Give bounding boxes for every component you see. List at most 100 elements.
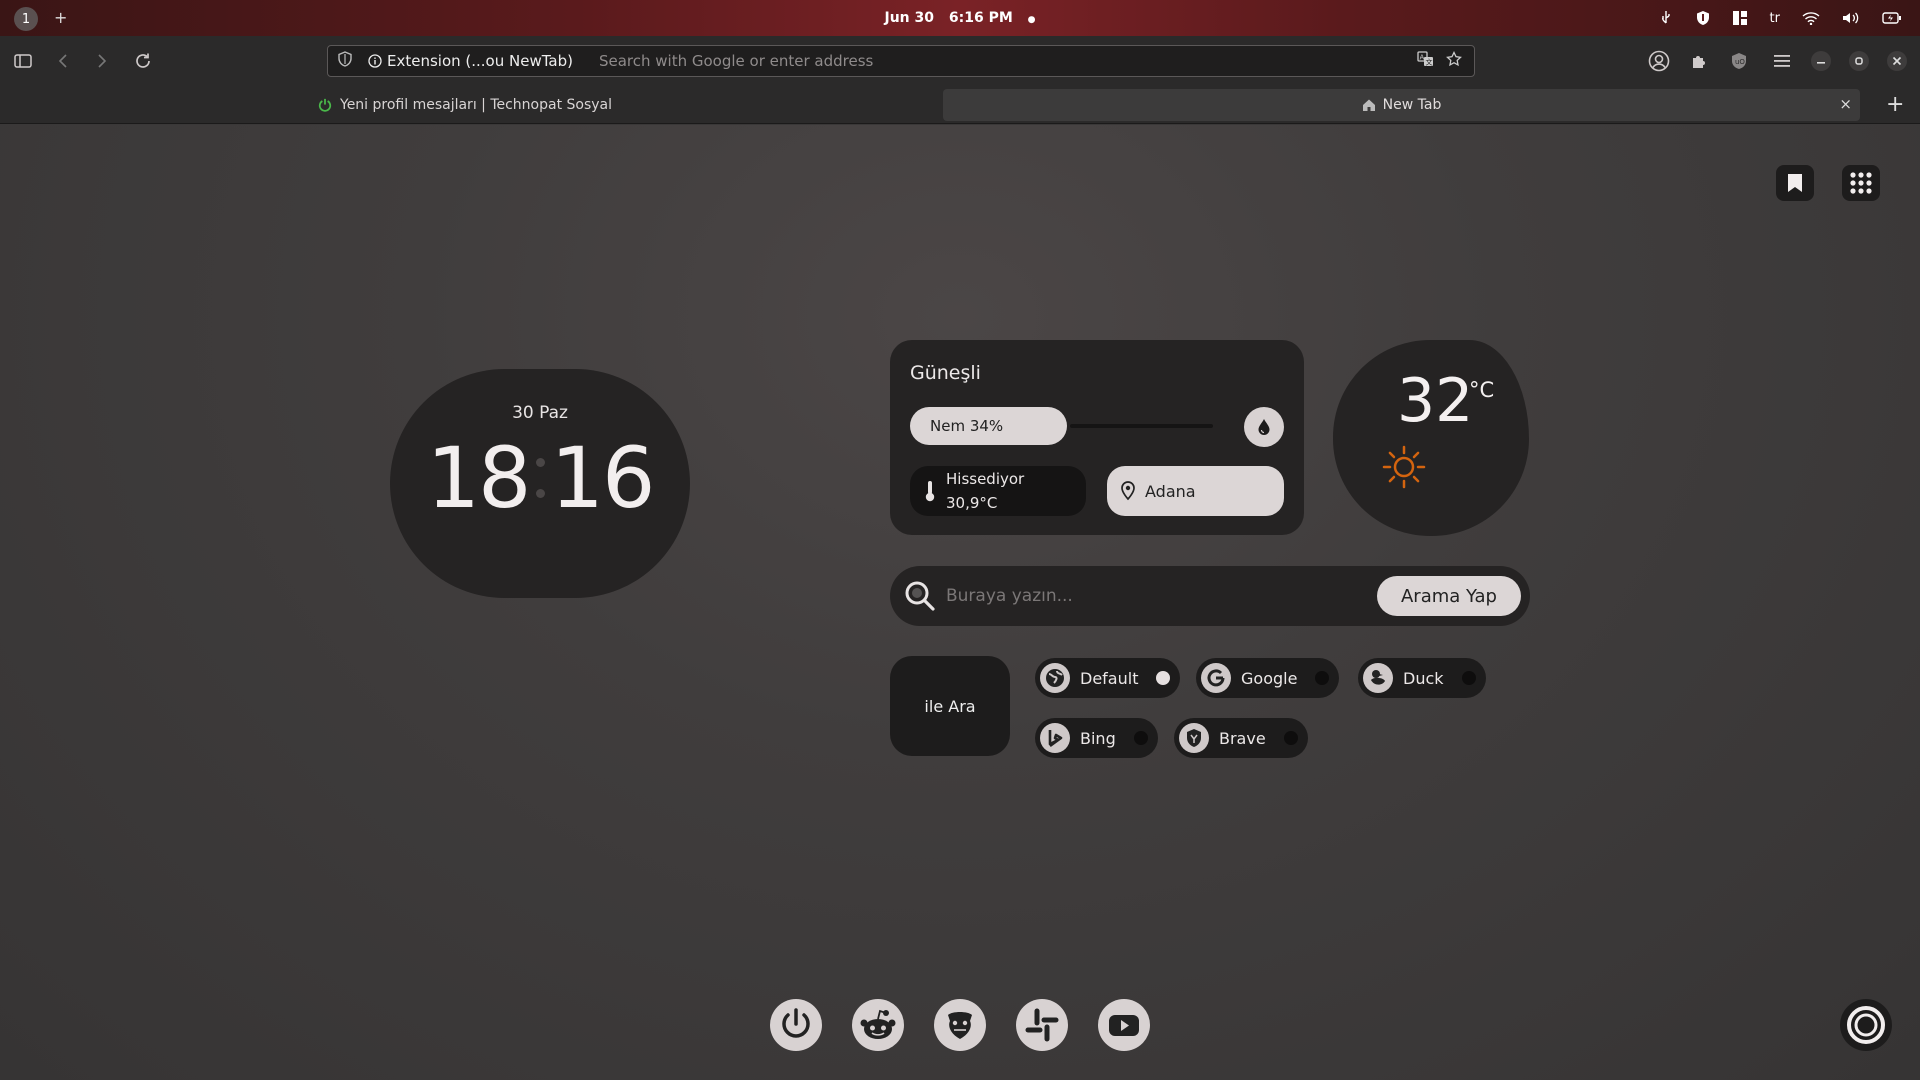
home-icon (1362, 99, 1375, 111)
apps-button[interactable] (1842, 165, 1880, 201)
svg-text:A: A (1420, 54, 1425, 62)
tab-new-tab[interactable]: New Tab × (943, 89, 1860, 121)
svg-text:uO: uO (1735, 58, 1745, 66)
youtube-icon (1109, 1015, 1139, 1036)
apps-grid-icon (1850, 172, 1872, 194)
dock-technopat-shortcut[interactable] (934, 999, 986, 1051)
humidity-track (1070, 424, 1213, 428)
search-input[interactable] (946, 586, 1377, 606)
tab-bar: Yeni profil mesajları | Technopat Sosyal… (0, 86, 1920, 124)
account-icon[interactable] (1646, 48, 1672, 74)
extension-label: Extension (...ou NewTab) (387, 52, 573, 70)
url-placeholder[interactable]: Search with Google or enter address (599, 52, 1417, 70)
menu-icon[interactable] (1769, 48, 1795, 74)
clock-separator (535, 458, 545, 498)
ublock-icon[interactable]: uO (1726, 48, 1752, 74)
clock-date: 30 Paz (512, 403, 568, 423)
tab-technopat[interactable]: Yeni profil mesajları | Technopat Sosyal (318, 90, 612, 120)
clock-widget: 30 Paz 18 16 (390, 369, 690, 598)
maximize-icon[interactable] (1846, 48, 1872, 74)
engine-google[interactable]: Google (1196, 658, 1340, 698)
system-date: Jun 30 (884, 10, 935, 26)
keyboard-layout[interactable]: tr (1770, 11, 1780, 26)
wifi-icon[interactable] (1802, 11, 1820, 25)
google-icon (1201, 663, 1231, 693)
location-pill[interactable]: Adana (1107, 466, 1284, 516)
info-icon (368, 54, 382, 68)
layout-icon[interactable] (1732, 10, 1748, 26)
extension-identity[interactable]: Extension (...ou NewTab) (368, 52, 573, 70)
tracking-shield-icon[interactable] (338, 51, 360, 71)
translate-icon[interactable]: A文 (1417, 51, 1434, 71)
weather-condition: Güneşli (910, 362, 981, 384)
svg-text:文: 文 (1426, 58, 1433, 67)
location-name: Adana (1145, 481, 1196, 501)
dock-reddit-shortcut[interactable] (852, 999, 904, 1051)
location-pin-icon (1121, 481, 1135, 501)
weather-card: Güneşli Nem 34% Hissediyor 30,9°C Adana (890, 340, 1304, 535)
globe-icon (1040, 663, 1070, 693)
temperature-widget: 32 °C (1333, 340, 1529, 536)
humidity-button[interactable] (1244, 407, 1284, 447)
close-tab-button[interactable]: × (1839, 95, 1852, 113)
usb-icon[interactable] (1658, 10, 1674, 26)
battery-icon[interactable] (1882, 12, 1902, 24)
shield-icon[interactable] (1696, 10, 1710, 26)
new-tab-button[interactable]: + (1886, 92, 1904, 117)
sidebar-toggle-icon[interactable] (10, 48, 36, 74)
bookmarks-button[interactable] (1776, 165, 1814, 201)
engine-brave[interactable]: Brave (1174, 718, 1308, 758)
dock-youtube-shortcut[interactable] (1098, 999, 1150, 1051)
engine-radio-selected[interactable] (1156, 671, 1171, 685)
system-time: 6:16 PM (948, 10, 1013, 26)
reload-icon[interactable] (130, 48, 156, 74)
forward-icon[interactable] (89, 48, 115, 74)
search-button[interactable]: Arama Yap (1377, 576, 1521, 616)
sun-icon (1382, 445, 1426, 489)
engine-label: Bing (1080, 728, 1116, 748)
system-tray: tr (1658, 6, 1902, 30)
search-icon (905, 581, 935, 611)
bookmark-icon (1788, 174, 1802, 192)
dock-power-shortcut[interactable] (770, 999, 822, 1051)
clock-time: 18 16 (427, 429, 656, 527)
search-with-label: ile Ara (890, 656, 1010, 756)
humidity-pill: Nem 34% (910, 407, 1067, 445)
new-tab-page: 30 Paz 18 16 Güneşli Nem 34% Hissediyor … (0, 125, 1920, 1080)
bookmark-star-icon[interactable] (1446, 50, 1462, 71)
reddit-icon (860, 1009, 896, 1039)
settings-ring-button[interactable] (1840, 999, 1892, 1051)
brave-icon (1179, 723, 1209, 753)
search-bar: Arama Yap (890, 566, 1530, 626)
close-window-icon[interactable] (1884, 48, 1910, 74)
system-top-bar: 1 + Jun 30 6:16 PM ● tr (0, 0, 1920, 36)
system-clock[interactable]: Jun 30 6:16 PM ● (0, 10, 1920, 26)
temperature-unit: °C (1469, 378, 1495, 402)
feels-like-value: 30,9°C (946, 494, 998, 512)
engine-default[interactable]: Default (1035, 658, 1181, 698)
engine-duck[interactable]: Duck (1358, 658, 1486, 698)
engine-radio[interactable] (1283, 731, 1298, 745)
engine-radio[interactable] (1133, 731, 1148, 745)
ring-icon (1847, 1006, 1885, 1044)
water-drop-icon (1258, 419, 1270, 435)
back-icon[interactable] (50, 48, 76, 74)
temperature-value: 32 (1397, 366, 1474, 436)
engine-label: Google (1241, 668, 1298, 688)
engine-radio[interactable] (1461, 671, 1476, 685)
power-icon (318, 98, 332, 112)
tab-label: New Tab (1382, 97, 1442, 113)
dock-slack-shortcut[interactable] (1016, 999, 1068, 1051)
browser-toolbar: Extension (...ou NewTab) Search with Goo… (0, 36, 1920, 86)
thermometer-icon (925, 481, 935, 502)
extensions-icon[interactable] (1686, 48, 1712, 74)
notification-dot: ● (1027, 15, 1036, 25)
minimize-icon[interactable] (1808, 48, 1834, 74)
address-bar[interactable]: Extension (...ou NewTab) Search with Goo… (327, 45, 1475, 77)
engine-bing[interactable]: Bing (1035, 718, 1158, 758)
engine-label: Duck (1403, 668, 1444, 688)
volume-icon[interactable] (1842, 11, 1860, 25)
bing-icon (1040, 723, 1070, 753)
engine-radio[interactable] (1315, 671, 1330, 685)
engine-label: Brave (1219, 728, 1266, 748)
